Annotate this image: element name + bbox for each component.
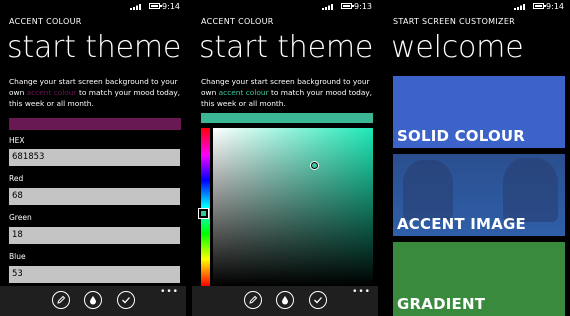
more-icon[interactable]: ••• <box>160 288 179 297</box>
cat-image <box>403 160 453 220</box>
hex-label: HEX <box>9 136 25 145</box>
accent-colour-link[interactable]: accent colour <box>219 88 269 97</box>
edit-icon[interactable] <box>244 291 262 309</box>
hue-slider-handle[interactable] <box>198 208 209 219</box>
cat-image <box>503 158 558 222</box>
green-label: Green <box>9 213 32 222</box>
colour-picker-handle[interactable] <box>311 162 318 169</box>
colour-preview-swatch <box>9 118 181 130</box>
tile-label: SOLID COLOUR <box>397 127 526 145</box>
colour-preview-swatch <box>201 113 373 123</box>
clock: 9:13 <box>354 2 372 11</box>
signal-icon <box>130 4 141 10</box>
app-title: ACCENT COLOUR <box>201 17 274 26</box>
status-bar: 9:13 <box>192 0 378 14</box>
more-icon[interactable]: ••• <box>352 288 371 297</box>
hue-slider[interactable] <box>201 128 210 286</box>
green-field[interactable]: 18 <box>9 227 180 244</box>
page-title: start theme <box>199 30 374 65</box>
app-title: ACCENT COLOUR <box>9 17 82 26</box>
page-title: welcome <box>391 30 524 65</box>
description: Change your start screen background to y… <box>201 77 373 108</box>
accent-colour-link[interactable]: accent colour <box>27 88 77 97</box>
signal-icon <box>514 4 525 10</box>
app-title: START SCREEN CUSTOMIZER <box>393 17 516 26</box>
signal-icon <box>322 4 333 10</box>
battery-icon <box>149 3 162 9</box>
saturation-value-picker[interactable] <box>213 128 373 286</box>
status-bar: 9:14 <box>384 0 570 14</box>
drop-icon[interactable] <box>84 291 102 309</box>
drop-icon[interactable] <box>276 291 294 309</box>
screen-welcome: 9:14 START SCREEN CUSTOMIZER welcome SOL… <box>384 0 570 316</box>
description: Change your start screen background to y… <box>9 77 181 108</box>
screen-accent-colour-rgb: 9:14 ACCENT COLOUR start theme Change yo… <box>0 0 186 316</box>
battery-icon <box>533 3 546 9</box>
red-field[interactable]: 68 <box>9 188 180 205</box>
check-icon[interactable] <box>309 291 327 309</box>
clock: 9:14 <box>546 2 564 11</box>
blue-field[interactable]: 53 <box>9 266 180 283</box>
screen-accent-colour-picker: 9:13 ACCENT COLOUR start theme Change yo… <box>192 0 378 316</box>
check-icon[interactable] <box>117 291 135 309</box>
solid-colour-tile[interactable]: SOLID COLOUR <box>393 76 565 148</box>
tile-label: ACCENT IMAGE <box>397 215 526 233</box>
page-title: start theme <box>7 30 182 65</box>
app-bar: ••• <box>192 286 378 316</box>
gradient-tile[interactable]: GRADIENT <box>393 242 565 316</box>
battery-icon <box>341 3 354 9</box>
red-label: Red <box>9 174 24 183</box>
edit-icon[interactable] <box>52 291 70 309</box>
status-bar: 9:14 <box>0 0 186 14</box>
app-bar: ••• <box>0 286 186 316</box>
blue-label: Blue <box>9 252 26 261</box>
hex-field[interactable]: 681853 <box>9 149 180 166</box>
accent-image-tile[interactable]: ACCENT IMAGE <box>393 154 565 236</box>
clock: 9:14 <box>162 2 180 11</box>
tile-label: GRADIENT <box>397 295 486 313</box>
